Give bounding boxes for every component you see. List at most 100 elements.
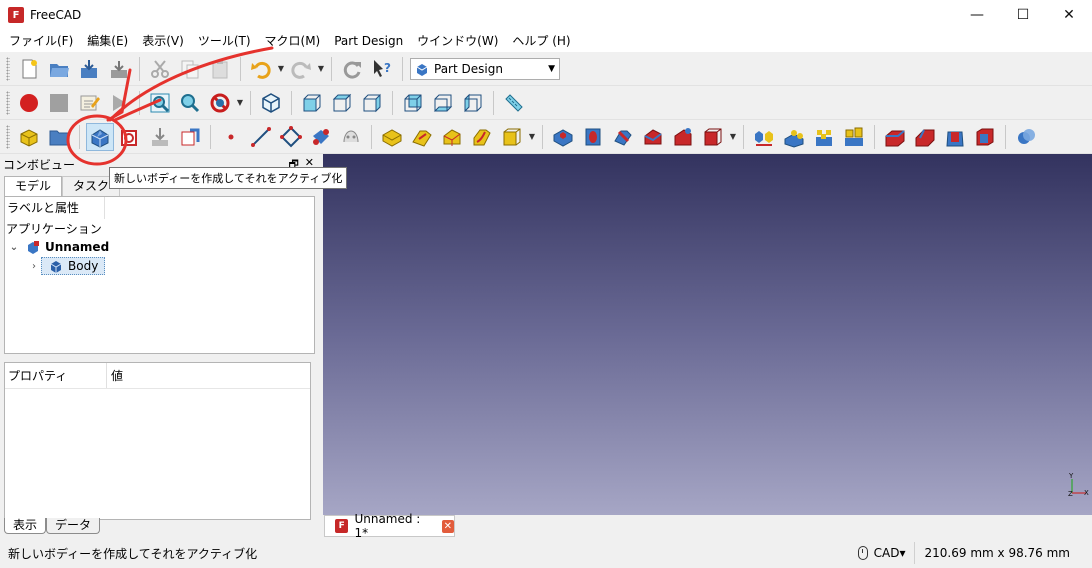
redo-dropdown-icon[interactable]: ▼ xyxy=(316,64,326,73)
revolution-icon xyxy=(412,130,432,147)
menu-tools[interactable]: ツール(T) xyxy=(191,30,258,52)
draw-style-dropdown-icon[interactable]: ▼ xyxy=(235,98,245,107)
revolution-button[interactable] xyxy=(408,123,436,151)
datum-plane-icon xyxy=(280,125,302,147)
view-right-button[interactable] xyxy=(358,89,386,117)
thickness-button[interactable] xyxy=(971,123,999,151)
create-body-button[interactable] xyxy=(86,122,114,151)
draft-button[interactable] xyxy=(941,123,969,151)
additive-loft-button[interactable] xyxy=(438,123,466,151)
datum-plane-button[interactable] xyxy=(277,123,305,151)
additive-pipe-button[interactable] xyxy=(468,123,496,151)
whats-this-button[interactable]: ? xyxy=(368,55,396,83)
view-top-button[interactable] xyxy=(328,89,356,117)
groove-icon xyxy=(614,130,632,146)
shape-binder-button[interactable] xyxy=(337,123,365,151)
view-dimensions: 210.69 mm x 98.76 mm xyxy=(913,542,1092,564)
close-button[interactable]: ✕ xyxy=(1046,0,1092,30)
measure-distance-button[interactable] xyxy=(500,89,528,117)
property-view[interactable]: プロパティ 値 xyxy=(4,362,311,520)
chevron-down-icon[interactable]: ⌄ xyxy=(7,242,21,253)
toolbar-grip[interactable] xyxy=(6,56,10,81)
chevron-right-icon[interactable]: › xyxy=(27,261,41,272)
toolbar-separator xyxy=(743,124,744,149)
datum-line-button[interactable] xyxy=(247,123,275,151)
view-bottom-button[interactable] xyxy=(429,89,457,117)
macro-record-button[interactable] xyxy=(15,89,43,117)
boolean-button[interactable] xyxy=(1012,123,1040,151)
save-as-button[interactable] xyxy=(105,55,133,83)
view-left-button[interactable] xyxy=(459,89,487,117)
menu-file[interactable]: ファイル(F) xyxy=(2,30,80,52)
pocket-button[interactable] xyxy=(549,123,577,151)
mirrored-button[interactable] xyxy=(750,123,778,151)
macro-edit-button[interactable] xyxy=(75,89,103,117)
menu-part-design[interactable]: Part Design xyxy=(327,30,410,52)
datum-point-button[interactable] xyxy=(217,123,245,151)
cut-button[interactable] xyxy=(146,55,174,83)
additive-primitive-button[interactable] xyxy=(498,123,526,151)
copy-button[interactable] xyxy=(176,55,204,83)
tab-data-properties[interactable]: データ xyxy=(46,518,101,534)
view-front-button[interactable] xyxy=(298,89,326,117)
fit-all-button[interactable] xyxy=(146,89,174,117)
3d-viewport[interactable]: Y Z X xyxy=(323,154,1092,515)
create-part-button[interactable] xyxy=(15,123,43,151)
model-tree[interactable]: ラベルと属性 アプリケーション ⌄ Unnamed › Body xyxy=(4,196,315,354)
macro-stop-button[interactable] xyxy=(45,89,73,117)
polar-pattern-button[interactable] xyxy=(810,123,838,151)
menu-window[interactable]: ウインドウ(W) xyxy=(410,30,505,52)
close-tab-icon[interactable]: ✕ xyxy=(441,519,454,533)
linear-pattern-button[interactable] xyxy=(780,123,808,151)
local-coordinate-system-button[interactable] xyxy=(307,123,335,151)
tree-document-item[interactable]: ⌄ Unnamed xyxy=(5,238,109,256)
refresh-button[interactable] xyxy=(338,55,366,83)
tree-body-item[interactable]: › Body xyxy=(5,257,106,275)
toolbar-grip[interactable] xyxy=(6,124,10,149)
navigation-style-button[interactable]: CAD▾ xyxy=(850,546,914,560)
minimize-button[interactable]: — xyxy=(954,0,1000,30)
undo-button[interactable] xyxy=(247,55,275,83)
chamfer-button[interactable] xyxy=(911,123,939,151)
open-button[interactable] xyxy=(45,55,73,83)
fillet-button[interactable] xyxy=(881,123,909,151)
draw-style-button[interactable] xyxy=(206,89,234,117)
tab-view-properties[interactable]: 表示 xyxy=(4,518,47,534)
hole-button[interactable] xyxy=(579,123,607,151)
redo-button[interactable] xyxy=(287,55,315,83)
property-tabs: 表示 データ xyxy=(4,518,101,536)
create-group-button[interactable] xyxy=(45,123,73,151)
menu-view[interactable]: 表示(V) xyxy=(135,30,191,52)
rear-view-icon xyxy=(404,94,422,111)
menu-edit[interactable]: 編集(E) xyxy=(80,30,135,52)
body-icon xyxy=(91,128,109,148)
validate-sketch-button[interactable] xyxy=(146,123,174,151)
subtractive-pipe-button[interactable] xyxy=(669,123,697,151)
additive-primitive-dropdown-icon[interactable]: ▼ xyxy=(527,132,537,141)
subtractive-primitive-dropdown-icon[interactable]: ▼ xyxy=(728,132,738,141)
multi-transform-button[interactable] xyxy=(840,123,868,151)
paste-button[interactable] xyxy=(206,55,234,83)
menu-help[interactable]: ヘルプ (H) xyxy=(505,30,577,52)
tab-model[interactable]: モデル xyxy=(4,176,63,196)
save-button[interactable] xyxy=(75,55,103,83)
toolbar-grip[interactable] xyxy=(6,90,10,115)
macro-execute-button[interactable] xyxy=(105,89,133,117)
fit-selection-button[interactable] xyxy=(176,89,204,117)
new-document-icon xyxy=(22,59,37,78)
document-tab[interactable]: F Unnamed : 1* ✕ xyxy=(324,512,455,540)
workbench-selector[interactable]: Part Design ▼ xyxy=(410,57,560,80)
subtractive-loft-button[interactable] xyxy=(639,123,667,151)
pad-button[interactable] xyxy=(378,123,406,151)
part-design-toolbar: ▼ ▼ xyxy=(0,120,1092,154)
undo-dropdown-icon[interactable]: ▼ xyxy=(276,64,286,73)
view-isometric-button[interactable] xyxy=(257,89,285,117)
view-rear-button[interactable] xyxy=(399,89,427,117)
new-document-button[interactable] xyxy=(15,55,43,83)
menu-macro[interactable]: マクロ(M) xyxy=(258,30,328,52)
maximize-button[interactable]: ☐ xyxy=(1000,0,1046,30)
create-sketch-button[interactable] xyxy=(116,123,144,151)
subtractive-primitive-button[interactable] xyxy=(699,123,727,151)
groove-button[interactable] xyxy=(609,123,637,151)
clone-button[interactable] xyxy=(176,123,204,151)
